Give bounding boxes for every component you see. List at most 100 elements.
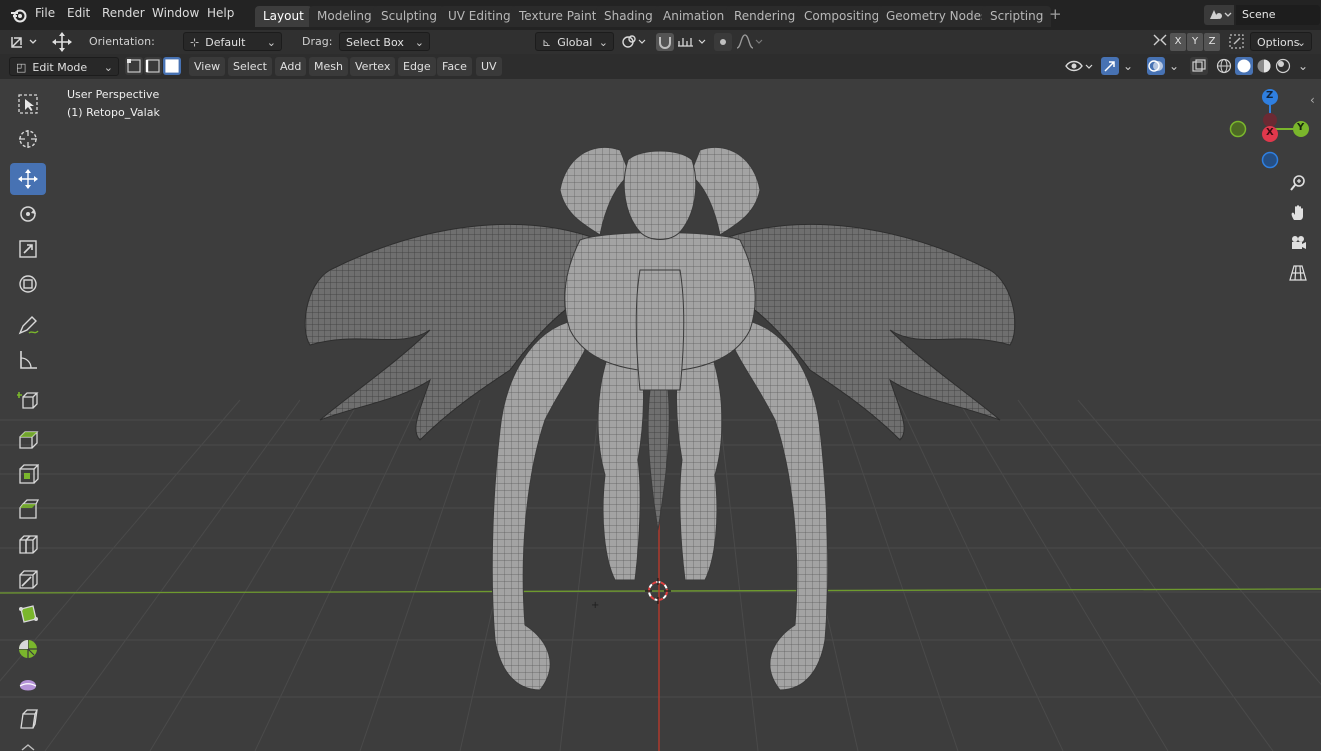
tool-scale[interactable] bbox=[10, 233, 46, 265]
zoom-button[interactable] bbox=[1285, 170, 1311, 196]
mirror-z-toggle[interactable]: Z bbox=[1204, 33, 1220, 51]
tool-cursor[interactable] bbox=[10, 123, 46, 155]
mesh-symmetry-icon[interactable] bbox=[1227, 32, 1247, 54]
mirror-icon[interactable] bbox=[1151, 32, 1169, 54]
tab-modeling[interactable]: Modeling bbox=[309, 6, 380, 27]
tab-uv-editing[interactable]: UV Editing bbox=[440, 6, 519, 27]
menu-edge[interactable]: Edge bbox=[398, 57, 436, 76]
left-arm bbox=[491, 319, 586, 691]
transform-orientation-dropdown[interactable]: ⊾ Global ⌄ bbox=[535, 32, 614, 51]
xray-toggle[interactable] bbox=[1190, 57, 1208, 75]
menu-help[interactable]: Help bbox=[207, 6, 234, 20]
menu-render[interactable]: Render bbox=[102, 6, 145, 20]
tab-geometry-nodes[interactable]: Geometry Nodes bbox=[878, 6, 996, 27]
knife-icon bbox=[19, 570, 38, 589]
tool-spin[interactable] bbox=[10, 633, 46, 665]
menu-window[interactable]: Window bbox=[152, 6, 199, 20]
falloff-dropdown[interactable] bbox=[735, 32, 765, 51]
snap-target-dropdown[interactable] bbox=[676, 32, 710, 51]
menu-select[interactable]: Select bbox=[228, 57, 272, 76]
magnet-icon bbox=[659, 37, 671, 49]
transform-tool-dropdown[interactable] bbox=[9, 32, 41, 51]
shading-solid-button[interactable] bbox=[1235, 57, 1253, 75]
tab-layout[interactable]: Layout bbox=[255, 6, 312, 27]
menu-edit[interactable]: Edit bbox=[67, 6, 90, 20]
navigation-gizmo[interactable]: Z Y X bbox=[1222, 87, 1318, 177]
menu-mesh[interactable]: Mesh bbox=[309, 57, 348, 76]
chevron-down-icon[interactable]: ⌄ bbox=[1123, 59, 1133, 73]
mirror-x-toggle[interactable]: X bbox=[1170, 33, 1186, 51]
tab-texture-paint[interactable]: Texture Paint bbox=[511, 6, 605, 27]
orientation-dropdown[interactable]: ⊹ Default ⌄ bbox=[183, 32, 282, 51]
options-dropdown[interactable]: Options ⌄ bbox=[1250, 32, 1312, 51]
proportional-icon bbox=[720, 39, 726, 45]
menu-vertex[interactable]: Vertex bbox=[350, 57, 396, 76]
tool-rotate[interactable] bbox=[10, 198, 46, 230]
drag-dropdown[interactable]: Select Box ⌄ bbox=[339, 32, 430, 51]
tab-scripting[interactable]: Scripting bbox=[982, 6, 1052, 27]
tool-move[interactable] bbox=[10, 163, 46, 195]
visibility-dropdown[interactable] bbox=[1064, 57, 1096, 76]
tool-measure[interactable] bbox=[10, 344, 46, 376]
chevron-down-icon[interactable]: ⌄ bbox=[1298, 59, 1308, 73]
tab-compositing[interactable]: Compositing bbox=[796, 6, 888, 27]
scene-selector[interactable] bbox=[1204, 5, 1234, 25]
global-axis-icon: ⊾ bbox=[542, 36, 552, 49]
solid-shading-icon bbox=[1237, 59, 1251, 73]
tool-annotate[interactable] bbox=[10, 309, 46, 341]
3d-viewport[interactable]: + User Perspective (1) Retopo_Valak Z Y … bbox=[0, 79, 1321, 751]
proportional-edit-toggle[interactable] bbox=[714, 33, 732, 51]
shading-wireframe-button[interactable] bbox=[1215, 57, 1233, 75]
menu-add[interactable]: Add bbox=[275, 57, 307, 76]
tool-inset[interactable] bbox=[10, 458, 46, 490]
material-shading-icon bbox=[1257, 59, 1271, 73]
menu-uv[interactable]: UV bbox=[476, 57, 502, 76]
rendered-shading-icon bbox=[1275, 58, 1291, 74]
tool-loop-cut[interactable] bbox=[10, 528, 46, 560]
tab-rendering[interactable]: Rendering bbox=[726, 6, 804, 27]
face-select-toggle[interactable] bbox=[163, 57, 181, 75]
tab-sculpting[interactable]: Sculpting bbox=[373, 6, 446, 27]
tab-shading[interactable]: Shading bbox=[596, 6, 661, 27]
add-workspace-icon[interactable]: + bbox=[1049, 7, 1062, 22]
mode-dropdown[interactable]: ◰ Edit Mode ⌄ bbox=[9, 57, 119, 76]
shading-rendered-button[interactable] bbox=[1274, 57, 1292, 75]
overlays-toggle[interactable] bbox=[1147, 57, 1165, 75]
viewport-scene[interactable]: + bbox=[0, 79, 1321, 751]
pivot-point-dropdown[interactable] bbox=[620, 32, 650, 51]
pan-button[interactable] bbox=[1285, 200, 1311, 226]
sidebar-toggle-icon[interactable]: ‹ bbox=[1310, 93, 1315, 107]
tool-bevel[interactable] bbox=[10, 493, 46, 525]
tool-poly-build[interactable] bbox=[10, 598, 46, 630]
menu-file[interactable]: File bbox=[35, 6, 55, 20]
perspective-toggle-button[interactable] bbox=[1285, 260, 1311, 286]
toolbar-more-indicator[interactable] bbox=[20, 741, 36, 751]
pivot-link-icon bbox=[622, 35, 646, 48]
add-cube-icon bbox=[17, 392, 39, 409]
gizmo-toggle[interactable] bbox=[1101, 57, 1119, 75]
gizmo-icon bbox=[1104, 61, 1115, 72]
camera-view-button[interactable] bbox=[1285, 230, 1311, 256]
grid-perspective-icon bbox=[1289, 265, 1307, 281]
vertex-select-toggle[interactable] bbox=[125, 57, 143, 75]
edge-select-toggle[interactable] bbox=[144, 57, 162, 75]
tool-extrude[interactable] bbox=[10, 423, 46, 455]
shading-material-button[interactable] bbox=[1255, 57, 1273, 75]
tool-transform[interactable] bbox=[10, 268, 46, 300]
tool-add-cube[interactable] bbox=[10, 384, 46, 416]
menu-face[interactable]: Face bbox=[437, 57, 472, 76]
menu-view[interactable]: View bbox=[189, 57, 226, 76]
tool-smooth[interactable] bbox=[10, 668, 46, 700]
snap-toggle[interactable] bbox=[656, 33, 674, 51]
tool-shear[interactable] bbox=[10, 703, 46, 735]
tab-animation[interactable]: Animation bbox=[655, 6, 733, 27]
tool-knife[interactable] bbox=[10, 563, 46, 595]
tool-select-box[interactable] bbox=[10, 88, 46, 120]
shear-icon bbox=[20, 709, 39, 729]
scale-icon bbox=[19, 240, 37, 258]
chevron-down-icon[interactable]: ⌄ bbox=[1169, 59, 1179, 73]
mirror-y-toggle[interactable]: Y bbox=[1187, 33, 1203, 51]
scene-name-field[interactable]: Scene bbox=[1236, 5, 1320, 25]
blender-logo-icon[interactable] bbox=[10, 6, 28, 27]
drag-value: Select Box bbox=[346, 36, 404, 49]
